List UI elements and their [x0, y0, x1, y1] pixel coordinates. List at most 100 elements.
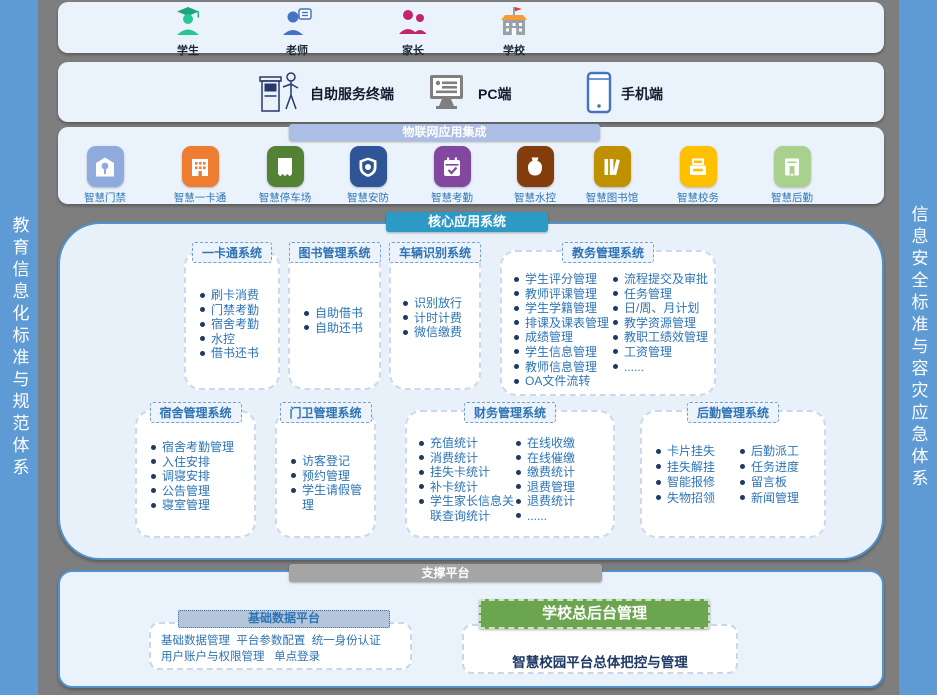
parents-icon	[396, 6, 430, 37]
feature-item: 工资管理	[611, 345, 710, 360]
desktop-icon	[428, 74, 466, 110]
iot-item-library: 智慧图书馆	[574, 146, 650, 205]
feature-item: 退费统计	[514, 494, 611, 509]
system-box-title: 门卫管理系统	[279, 402, 371, 423]
system-box-library: 图书管理系统 自助借书 自助还书	[288, 250, 381, 390]
security-shield-icon	[350, 146, 387, 187]
feature-item: 学生信息管理	[512, 345, 611, 360]
right-security-label: 信息安全标准与容灾应急体系	[906, 205, 931, 491]
system-box-logistics: 后勤管理系统 卡片挂失 挂失解挂 智能报修 失物招领 后勤派工 任务进度 留言板…	[640, 410, 826, 538]
iot-item-school-affairs: 智慧校务	[660, 146, 736, 205]
system-box-vehicle: 车辆识别系统 识别放行 计时计费 微信缴费	[389, 250, 481, 390]
feature-item: 公告管理	[149, 484, 252, 499]
system-box-finance: 财务管理系统 充值统计 消费统计 挂失卡统计 补卡统计 学生家长信息关联查询统计…	[405, 410, 615, 538]
feature-item: 学生家长信息关联查询统计	[417, 494, 514, 523]
iot-item-water-control: 智慧水控	[497, 146, 573, 205]
feature-list: 卡片挂失 挂失解挂 智能报修 失物招领	[654, 444, 738, 506]
student-icon	[172, 6, 204, 37]
feature-list: 充值统计 消费统计 挂失卡统计 补卡统计 学生家长信息关联查询统计	[417, 436, 514, 524]
support-platform-panel: 支撑平台 基础数据管理 平台参数配置 统一身份认证用户账户与权限管理 单点登录 …	[58, 570, 884, 688]
feature-item: 充值统计	[417, 436, 514, 451]
system-box-title: 财务管理系统	[464, 402, 556, 423]
feature-item: 学生评分管理	[512, 272, 611, 287]
core-systems-panel: 核心应用系统 一卡通系统 刷卡消费 门禁考勤 宿舍考勤 水控 借书还书 图书管理…	[58, 222, 884, 560]
water-jug-icon	[517, 146, 554, 187]
user-group-teacher: 老师	[262, 6, 332, 58]
left-standards-bar: 教育信息化标准与规范体系	[0, 0, 38, 695]
system-box-title: 图书管理系统	[288, 242, 380, 263]
feature-item: 学生学籍管理	[512, 301, 611, 316]
feature-list: 访客登记 预约管理 学生请假管理	[277, 412, 374, 512]
iot-item-security: 智慧安防	[330, 146, 406, 205]
admin-backend-content: 智慧校园平台总体把控与管理	[462, 624, 738, 674]
iot-label: 智慧水控	[497, 190, 573, 205]
feature-list: 流程提交及审批 任务管理 日/周、月计划 教学资源管理 教职工绩效管理 工资管理…	[611, 272, 710, 389]
feature-item: 挂失卡统计	[417, 465, 514, 480]
door-access-icon	[87, 146, 124, 187]
user-label: 学生	[153, 42, 223, 58]
system-box-title: 后勤管理系统	[687, 402, 779, 423]
building-card-icon	[182, 146, 219, 187]
feature-list: 识别放行 计时计费 微信缴费	[391, 252, 479, 340]
user-label: 学校	[479, 42, 549, 58]
calendar-check-icon	[434, 146, 471, 187]
feature-item: 后勤派工	[738, 444, 822, 460]
iot-label: 智慧安防	[330, 190, 406, 205]
feature-list: 刷卡消费 门禁考勤 宿舍考勤 水控 借书还书	[186, 252, 278, 361]
user-group-student: 学生	[153, 6, 223, 58]
right-security-bar: 信息安全标准与容灾应急体系	[899, 0, 937, 695]
printer-terminal-icon	[680, 146, 717, 187]
feature-list: 学生评分管理 教师评课管理 学生学籍管理 排课及课表管理 成绩管理 学生信息管理…	[512, 272, 611, 389]
iot-panel: 物联网应用集成 智慧门禁 智慧一卡通 智慧停车场 智慧安防	[58, 127, 884, 204]
feature-item: 学生请假管理	[289, 483, 372, 512]
base-data-platform-title: 基础数据平台	[178, 610, 390, 628]
feature-item: ......	[514, 509, 611, 524]
feature-item: 识别放行	[401, 296, 477, 311]
iot-label: 智慧校务	[660, 190, 736, 205]
kiosk-icon	[258, 69, 304, 115]
iot-label: 智慧考勤	[414, 190, 490, 205]
feature-item: 刷卡消费	[198, 288, 276, 303]
feature-item: ......	[611, 360, 710, 375]
feature-item: 教师信息管理	[512, 360, 611, 375]
library-books-icon	[594, 146, 631, 187]
system-box-title: 教务管理系统	[562, 242, 654, 263]
feature-item: 排课及课表管理	[512, 316, 611, 331]
iot-item-door-access: 智慧门禁	[67, 146, 143, 205]
feature-item: 教职工绩效管理	[611, 330, 710, 345]
base-platform-line2: 用户账户与权限管理 单点登录	[161, 651, 320, 663]
admin-backend-title: 学校总后台管理	[479, 599, 710, 629]
feature-item: 教学资源管理	[611, 316, 710, 331]
feature-item: 成绩管理	[512, 330, 611, 345]
feature-item: 调寝安排	[149, 469, 252, 484]
parking-ticket-icon	[267, 146, 304, 187]
feature-item: 缴费统计	[514, 465, 611, 480]
feature-item: 计时计费	[401, 311, 477, 326]
system-box-title: 一卡通系统	[192, 242, 272, 263]
system-box-title: 宿舍管理系统	[149, 402, 241, 423]
iot-label: 智慧图书馆	[574, 190, 650, 205]
iot-label: 智慧停车场	[247, 190, 323, 205]
teacher-icon	[281, 6, 313, 37]
feature-item: 门禁考勤	[198, 303, 276, 318]
iot-item-campus-card: 智慧一卡通	[162, 146, 238, 205]
mobile-icon	[586, 71, 612, 114]
terminal-label: 手机端	[621, 84, 663, 104]
feature-item: 失物招领	[654, 491, 738, 507]
system-box-academic: 教务管理系统 学生评分管理 教师评课管理 学生学籍管理 排课及课表管理 成绩管理…	[500, 250, 716, 396]
system-box-dormitory: 宿舍管理系统 宿舍考勤管理 入住安排 调寝安排 公告管理 寝室管理	[135, 410, 256, 538]
base-platform-line1: 基础数据管理 平台参数配置 统一身份认证	[161, 635, 381, 647]
user-label: 家长	[378, 42, 448, 58]
system-box-title: 车辆识别系统	[389, 242, 481, 263]
feature-item: 微信缴费	[401, 325, 477, 340]
school-icon	[497, 6, 531, 37]
feature-item: 宿舍考勤管理	[149, 440, 252, 455]
iot-label: 智慧门禁	[67, 190, 143, 205]
feature-item: 自助还书	[302, 321, 377, 336]
iot-section-header: 物联网应用集成	[289, 124, 600, 141]
feature-item: OA文件流转	[512, 374, 611, 389]
feature-item: 在线收缴	[514, 436, 611, 451]
feature-item: 借书还书	[198, 346, 276, 361]
base-data-platform-content: 基础数据管理 平台参数配置 统一身份认证用户账户与权限管理 单点登录	[149, 622, 412, 670]
iot-item-parking: 智慧停车场	[247, 146, 323, 205]
